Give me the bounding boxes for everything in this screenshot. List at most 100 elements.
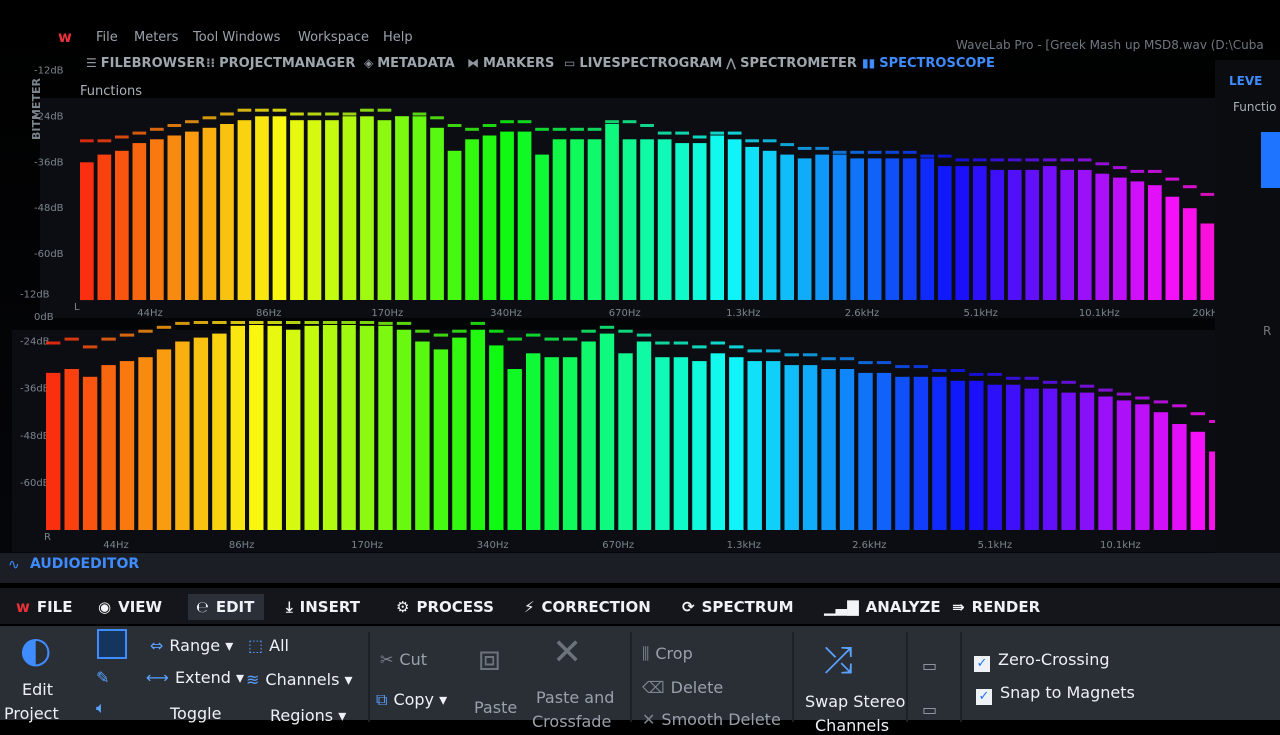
spectrum-peak-marker xyxy=(657,131,672,135)
tab-process[interactable]: ⚙ PROCESS xyxy=(388,594,504,620)
edit-project-label-2[interactable]: Project xyxy=(4,704,59,723)
bars-icon: ▮▮ xyxy=(862,56,876,70)
range-button[interactable]: ⇔ Range ▾ xyxy=(150,636,233,655)
menu-workspace[interactable]: Workspace xyxy=(298,30,369,45)
speaker-icon[interactable]: 🔈︎ xyxy=(96,698,112,718)
spectrum-bar xyxy=(267,325,282,530)
spectrum-bar xyxy=(895,376,910,530)
regions-button[interactable]: Regions ▾ xyxy=(270,706,346,725)
spectrum-bar xyxy=(341,325,356,530)
tab-projectmanager[interactable]: ⁝⁝ PROJECTMANAGER xyxy=(206,56,355,71)
select-all-button[interactable]: ⬚ All xyxy=(248,636,289,655)
snap-magnets-checkbox[interactable]: ✓ Snap to Magnets xyxy=(976,683,1135,705)
spectrum-bar xyxy=(325,120,339,300)
audioeditor-header: ∿ AUDIOEDITOR xyxy=(0,553,1280,583)
menu-tool-windows[interactable]: Tool Windows xyxy=(193,30,280,45)
spectrum-peak-marker xyxy=(876,361,892,365)
zero-crossing-label: Zero-Crossing xyxy=(998,650,1110,669)
crossfade-icon[interactable]: ✕ xyxy=(552,632,582,673)
channels-button[interactable]: ≋ Channels ▾ xyxy=(246,670,353,689)
spectrum-bar xyxy=(876,372,892,530)
selection-tool-button[interactable] xyxy=(97,629,127,659)
edit-project-icon[interactable]: ◐ xyxy=(20,630,51,671)
tab-spectroscope[interactable]: ▮▮ SPECTROSCOPE xyxy=(862,56,995,71)
menu-meters[interactable]: Meters xyxy=(134,30,178,45)
spectrum-peak-marker xyxy=(1135,396,1150,400)
bitmeter-side-tab[interactable]: BITMETER xyxy=(30,78,43,140)
wavelab-logo-icon[interactable]: w xyxy=(58,28,80,46)
tab-correction[interactable]: ⚡ CORRECTION xyxy=(516,594,661,620)
tab-analyze[interactable]: ▁▃▇ ANALYZE xyxy=(816,594,951,620)
copy-button[interactable]: ⧉ Copy ▾ xyxy=(376,690,447,710)
spectrum-bar xyxy=(867,158,882,300)
spectrum-peak-marker xyxy=(780,143,794,147)
spectrum-bar xyxy=(115,150,129,300)
tab-level[interactable]: LEVE xyxy=(1229,74,1262,88)
spectrum-peak-marker xyxy=(1042,380,1058,384)
tab-markers[interactable]: ⧓ MARKERS xyxy=(467,56,554,71)
spectrum-peak-marker xyxy=(655,341,670,345)
tab-view[interactable]: ◉ VIEW xyxy=(90,594,172,620)
swap-stereo-label-2[interactable]: Channels xyxy=(815,716,889,735)
edit-project-label[interactable]: Edit xyxy=(22,680,53,699)
spectrum-bar xyxy=(526,353,541,530)
freq-tick-label: 670Hz xyxy=(602,540,634,551)
tab-edit[interactable]: ℮ EDIT xyxy=(188,594,265,620)
channels-icon: ≋ xyxy=(246,670,260,689)
spectrum-peak-marker xyxy=(987,372,1002,376)
tab-label: INSERT xyxy=(299,598,360,616)
spectrum-peak-marker xyxy=(465,127,479,131)
menu-file[interactable]: File xyxy=(96,30,118,45)
tab-spectrum[interactable]: ⟳ SPECTRUM xyxy=(674,594,804,620)
spectrum-peak-marker xyxy=(747,349,762,353)
db-tick-label: 0dB xyxy=(34,312,54,323)
tab-insert[interactable]: ⤓ INSERT xyxy=(278,594,370,620)
swap-stereo-button[interactable]: Swap Stereo xyxy=(805,692,905,711)
small-tool-icon-2[interactable]: ▭ xyxy=(922,700,937,719)
toggle-button[interactable]: Toggle xyxy=(170,704,221,723)
spectrum-bar xyxy=(46,372,61,530)
freq-tick-label: 44Hz xyxy=(103,540,129,551)
extend-button[interactable]: ⟷ Extend ▾ xyxy=(146,668,244,687)
spectrum-peak-marker xyxy=(115,135,129,139)
spectrum-bar xyxy=(969,380,984,530)
freq-tick-label: 2.6kHz xyxy=(852,540,886,551)
functions-menu[interactable]: Functions xyxy=(80,84,142,99)
paste-button[interactable]: Paste xyxy=(474,698,517,717)
spectrum-peak-marker xyxy=(950,369,965,372)
spectrum-peak-marker xyxy=(1113,166,1127,170)
tab-label: PROCESS xyxy=(416,598,494,616)
spectrum-bar xyxy=(587,139,602,300)
freq-tick-label: 5.1kHz xyxy=(963,308,997,319)
spectroscope-chart: -12dB -24dB -36dB -48dB -60dB 0dB 44Hz 86Hz 170H… xyxy=(0,0,1280,560)
functions-menu-right[interactable]: Functio xyxy=(1233,100,1276,114)
spectrum-peak-marker xyxy=(489,329,504,333)
tab-metadata[interactable]: ◈ METADATA xyxy=(364,56,455,71)
tab-livespectrogram[interactable]: ▭ LIVESPECTROGRAM xyxy=(564,56,722,71)
tab-spectrometer[interactable]: ⋀ SPECTROMETER xyxy=(726,56,857,71)
delete-button[interactable]: ⌫ Delete xyxy=(642,678,723,697)
analyze-bars-icon: ▁▃▇ xyxy=(824,598,859,616)
swap-stereo-icon[interactable]: ⤮ xyxy=(824,640,853,682)
cut-button[interactable]: ✂ Cut xyxy=(380,650,427,669)
paste-icon[interactable]: ⧈ xyxy=(478,638,501,680)
spectrum-bar xyxy=(415,341,430,530)
spectrum-bar xyxy=(657,139,672,300)
db-tick-label: -48dB xyxy=(34,203,64,214)
freq-tick-label: 10.1kHz xyxy=(1100,540,1141,551)
spectrum-peak-marker xyxy=(64,337,79,341)
menu-help[interactable]: Help xyxy=(383,30,413,45)
tab-file[interactable]: w FILE xyxy=(8,594,83,620)
crop-button[interactable]: ⫼ Crop xyxy=(642,644,693,664)
paste-crossfade-button[interactable]: Paste and xyxy=(536,688,614,707)
spectrum-bar xyxy=(482,135,497,300)
spectrum-peak-marker xyxy=(447,124,462,127)
spectrum-peak-marker xyxy=(286,321,301,324)
spectrum-bar xyxy=(150,139,164,300)
small-tool-icon-1[interactable]: ▭ xyxy=(922,656,937,675)
zero-crossing-checkbox[interactable]: ✓ Zero-Crossing xyxy=(974,650,1110,672)
pencil-icon[interactable]: ✎ xyxy=(96,668,115,687)
tab-filebrowser[interactable]: ☰ FILEBROWSER xyxy=(86,56,205,71)
tab-render[interactable]: ⇛ RENDER xyxy=(944,594,1050,620)
paste-crossfade-label-2[interactable]: Crossfade xyxy=(532,712,611,731)
